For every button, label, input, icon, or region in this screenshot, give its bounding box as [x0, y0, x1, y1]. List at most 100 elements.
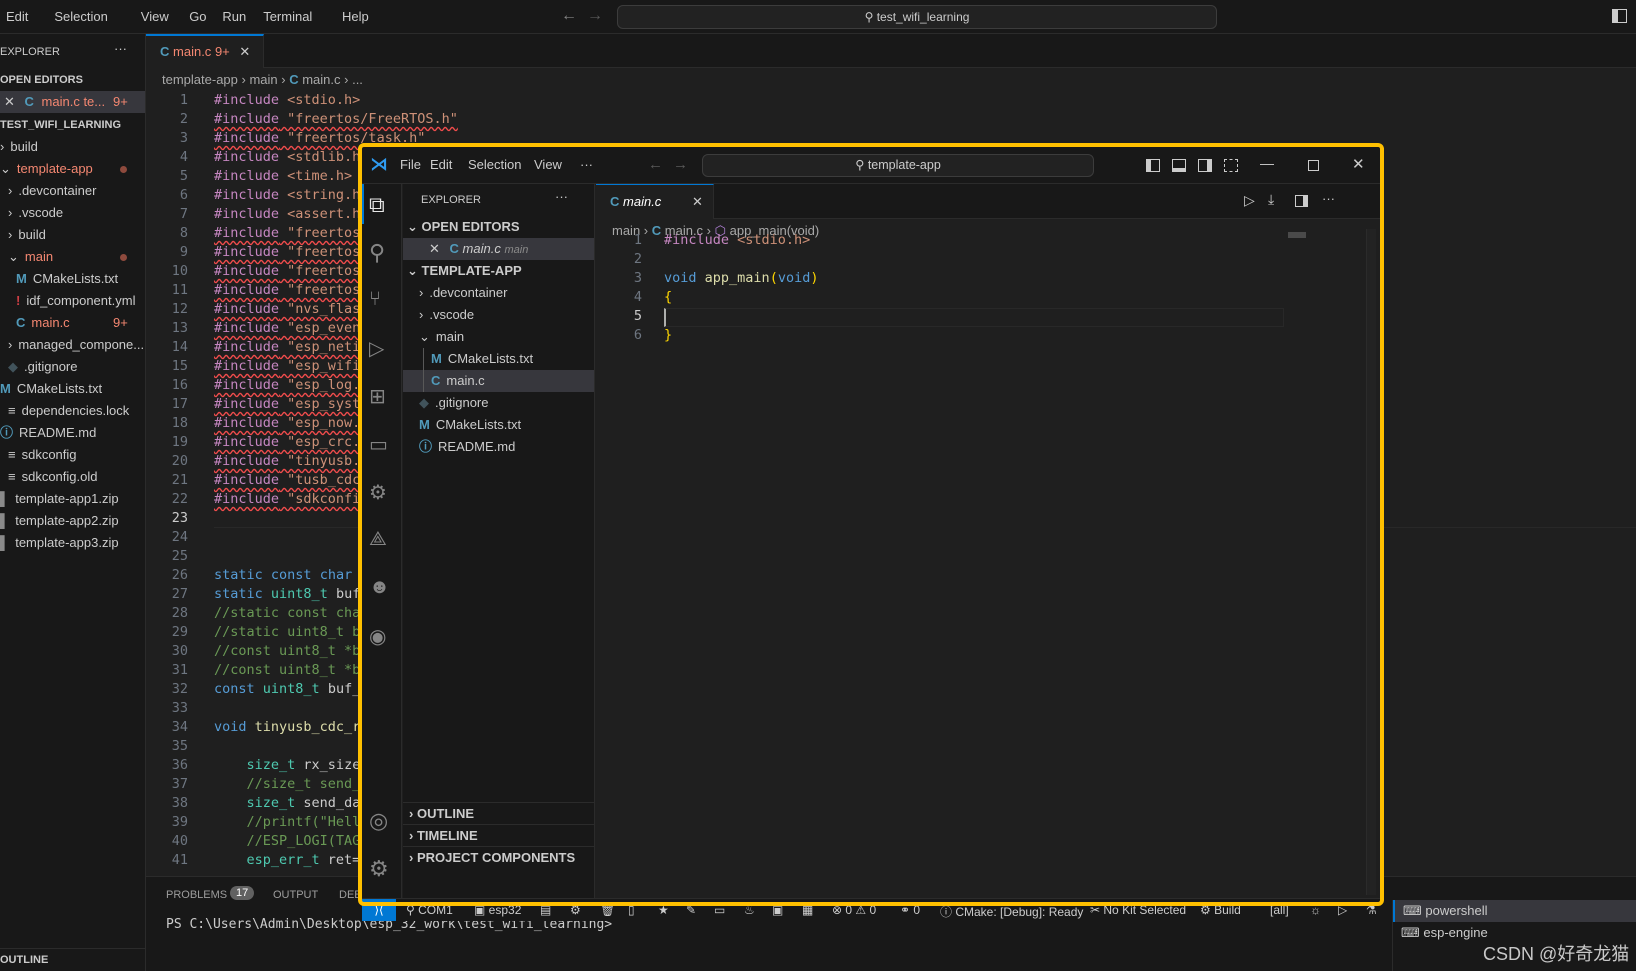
tree-item[interactable]: ≡ sdkconfig.old	[0, 466, 145, 488]
manage-gear-icon[interactable]: ⚙	[369, 856, 395, 882]
outline-header[interactable]: OUTLINE	[0, 948, 145, 970]
remote-explorer-icon[interactable]: ▭	[369, 432, 395, 458]
workspace-header[interactable]: TEST_WIFI_LEARNING	[0, 114, 145, 136]
tree-item[interactable]: ▌ template-app1.zip	[0, 488, 145, 510]
toggle-panel-icon[interactable]	[1172, 159, 1186, 172]
more-actions-icon[interactable]: ···	[1322, 191, 1335, 206]
more-actions-icon[interactable]: ···	[114, 41, 127, 56]
tree-item[interactable]: M CMakeLists.txt	[403, 414, 594, 436]
close-icon[interactable]: ✕	[239, 44, 250, 59]
extensions-icon[interactable]: ⊞	[369, 384, 395, 410]
menu-edit[interactable]: Edit	[6, 9, 28, 24]
back-icon[interactable]: ←	[561, 7, 577, 25]
tree-item[interactable]: ≡ dependencies.lock	[0, 400, 145, 422]
project-components-section[interactable]: › PROJECT COMPONENTS	[403, 846, 594, 868]
tree-item[interactable]: ⌄ main	[0, 246, 145, 268]
command-center-search[interactable]: ⚲ template-app	[702, 154, 1094, 177]
breadcrumb-item[interactable]: template-app	[162, 72, 238, 87]
tree-item[interactable]: ⌄ main	[403, 326, 594, 348]
minimize-icon[interactable]: —	[1260, 155, 1274, 171]
source-control-icon[interactable]: ⑂	[369, 288, 395, 314]
display-icon[interactable]: ▭	[714, 903, 725, 917]
tree-item[interactable]: ◆ .gitignore	[0, 356, 145, 378]
test-icon[interactable]: ⚗	[1366, 903, 1377, 917]
flash-download-icon[interactable]: ⤓	[1268, 191, 1274, 208]
tree-item[interactable]: Cmain.c 9+	[0, 312, 145, 334]
timeline-section[interactable]: › TIMELINE	[403, 824, 594, 846]
cmake-icon[interactable]: ⚙	[369, 480, 395, 506]
tree-item[interactable]: ⓘ README.md	[0, 422, 145, 444]
split-editor-icon[interactable]	[1295, 195, 1308, 207]
ports-button[interactable]: ⚭ 0	[900, 903, 920, 917]
kit-button[interactable]: ✂ No Kit Selected	[1090, 903, 1186, 917]
breadcrumb-item[interactable]: ...	[352, 72, 363, 87]
settings-icon[interactable]: ⚙	[570, 903, 581, 917]
close-icon[interactable]: ✕	[4, 94, 15, 109]
full-clean-icon[interactable]: 🗑	[600, 903, 615, 917]
platformio-icon[interactable]: ☻	[369, 576, 395, 602]
tree-item[interactable]: ◆ .gitignore	[403, 392, 594, 414]
monitor-icon[interactable]: ✎	[686, 903, 696, 917]
outline-section[interactable]: › OUTLINE	[403, 802, 594, 824]
command-center-search[interactable]: ⚲ test_wifi_learning	[617, 5, 1217, 29]
run-debug-icon[interactable]: ▷	[369, 336, 395, 362]
tab-output[interactable]: OUTPUT	[273, 889, 318, 901]
tree-item[interactable]: › .devcontainer	[0, 180, 145, 202]
flame-icon[interactable]: ♨	[744, 903, 755, 917]
tree-item[interactable]: › managed_compone...	[0, 334, 145, 356]
tab-main-c[interactable]: C main.c 9+ ✕	[146, 34, 264, 68]
open-editors-header[interactable]: OPEN EDITORS	[0, 69, 145, 91]
toggle-secondary-sidebar-icon[interactable]	[1198, 159, 1212, 172]
explorer-icon[interactable]: ⧉	[369, 192, 395, 218]
menu-selection[interactable]: Selection	[468, 157, 521, 172]
problems-button[interactable]: ⊗ 0 ⚠ 0	[832, 903, 876, 917]
tree-item[interactable]: ≡ sdkconfig	[0, 444, 145, 466]
menu-edit[interactable]: Edit	[430, 157, 452, 172]
tree-item[interactable]: › build	[0, 136, 145, 158]
menu-view[interactable]: View	[141, 9, 169, 24]
forward-icon[interactable]: →	[587, 7, 603, 25]
build-icon[interactable]: ▯	[628, 903, 635, 917]
open-editor-item[interactable]: ✕ C main.c te... 9+	[0, 91, 145, 113]
target-button[interactable]: ▣ esp32	[474, 903, 521, 917]
toggle-sidebar-icon[interactable]	[1612, 9, 1627, 23]
menu-view[interactable]: View	[534, 157, 562, 172]
debug-icon[interactable]: ☼	[1310, 903, 1321, 917]
menu-run[interactable]: Run	[222, 9, 246, 24]
tab-main-c[interactable]: C main.c ✕	[596, 184, 714, 219]
breadcrumb-item[interactable]: main	[249, 72, 277, 87]
back-icon[interactable]: ←	[648, 156, 663, 173]
tree-item[interactable]: › .devcontainer	[403, 282, 594, 304]
tree-item[interactable]: › build	[0, 224, 145, 246]
build-target-button[interactable]: [all]	[1270, 903, 1289, 917]
tab-problems[interactable]: PROBLEMS	[166, 889, 227, 901]
tree-item[interactable]: ⓘ README.md	[403, 436, 594, 458]
window-icon[interactable]: ▦	[802, 903, 813, 917]
terminal-item-powershell[interactable]: ⌨ powershell	[1393, 900, 1636, 922]
close-icon[interactable]: ✕	[692, 185, 703, 218]
menu-go[interactable]: Go	[189, 9, 206, 24]
espressif-icon[interactable]: ◉	[369, 624, 395, 650]
tree-item[interactable]: ! idf_component.yml	[0, 290, 145, 312]
tree-item[interactable]: › .vscode	[0, 202, 145, 224]
close-icon[interactable]: ✕	[429, 241, 440, 256]
more-actions-icon[interactable]: ···	[555, 189, 568, 204]
menu-more[interactable]: ···	[580, 157, 593, 172]
cmake-status-button[interactable]: ⓘ CMake: [Debug]: Ready	[940, 903, 1083, 920]
build-button[interactable]: ⚙ Build	[1200, 903, 1241, 917]
launch-icon[interactable]: ▷	[1338, 903, 1347, 917]
menu-selection[interactable]: Selection	[54, 9, 107, 24]
tree-item[interactable]: M CMakeLists.txt	[0, 268, 145, 290]
tree-item[interactable]: ⌄ template-app	[0, 158, 145, 180]
sdkconfig-icon[interactable]: ▤	[540, 903, 551, 917]
tree-item[interactable]: ▌ template-app2.zip	[0, 510, 145, 532]
flash-icon[interactable]: ★	[658, 903, 669, 917]
cmake-tools-icon[interactable]: ⟁	[369, 528, 395, 554]
run-icon[interactable]: ▷	[1244, 192, 1255, 209]
tree-item[interactable]: Cmain.c	[403, 370, 594, 392]
workspace-header[interactable]: ⌄ TEMPLATE-APP	[403, 260, 594, 282]
tree-item[interactable]: M CMakeLists.txt	[403, 348, 594, 370]
open-editors-header[interactable]: ⌄ OPEN EDITORS	[403, 216, 594, 238]
maximize-icon[interactable]	[1308, 160, 1319, 171]
vertical-scrollbar[interactable]	[1366, 229, 1376, 895]
